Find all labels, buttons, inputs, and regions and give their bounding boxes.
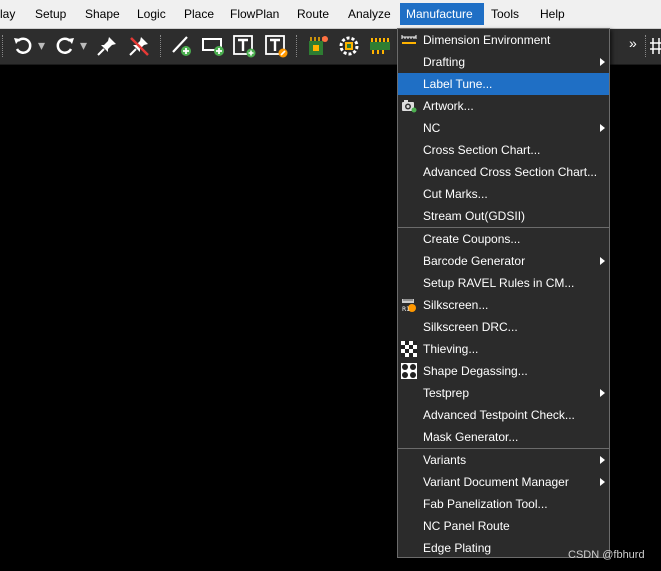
svg-text:R1: R1 — [402, 306, 410, 313]
menu-display[interactable]: lay — [0, 3, 21, 25]
menu-item-label: Fab Panelization Tool... — [423, 497, 548, 511]
menu-item-stream-out[interactable]: Stream Out(GDSII) — [398, 205, 609, 227]
menu-item-label-tune[interactable]: Label Tune... — [398, 73, 609, 95]
submenu-arrow-icon — [600, 58, 605, 66]
menu-item-label: Silkscreen DRC... — [423, 320, 518, 334]
menu-item-label: NC — [423, 121, 441, 135]
menu-item-thieving[interactable]: Thieving... — [398, 338, 609, 360]
menu-item-cut-marks[interactable]: Cut Marks... — [398, 183, 609, 205]
menu-tools[interactable]: Tools — [485, 3, 525, 25]
undo-icon[interactable] — [10, 33, 36, 59]
menu-item-label: Cross Section Chart... — [423, 143, 541, 157]
add-rect-icon[interactable] — [200, 33, 226, 59]
thieving-icon — [401, 341, 417, 357]
menu-route[interactable]: Route — [291, 3, 335, 25]
menu-item-fab-panelization-tool[interactable]: Fab Panelization Tool... — [398, 493, 609, 515]
menu-item-nc-panel-route[interactable]: NC Panel Route — [398, 515, 609, 537]
menu-item-label: Variant Document Manager — [423, 475, 569, 489]
menu-item-variants[interactable]: Variants — [398, 449, 609, 471]
menu-item-mask-generator[interactable]: Mask Generator... — [398, 426, 609, 448]
menu-place[interactable]: Place — [178, 3, 220, 25]
menu-setup[interactable]: Setup — [29, 3, 72, 25]
menu-shape[interactable]: Shape — [79, 3, 126, 25]
menu-item-artwork[interactable]: Artwork... — [398, 95, 609, 117]
menu-item-create-coupons[interactable]: Create Coupons... — [398, 228, 609, 250]
menu-item-label: Barcode Generator — [423, 254, 526, 268]
menu-item-label: Artwork... — [423, 99, 474, 113]
menu-item-label: NC Panel Route — [423, 519, 510, 533]
submenu-arrow-icon — [600, 124, 605, 132]
menu-item-advanced-cross-section-chart[interactable]: Advanced Cross Section Chart... — [398, 161, 609, 183]
menu-item-dimension-environment[interactable]: Dimension Environment — [398, 29, 609, 51]
menu-item-label: Thieving... — [423, 342, 479, 356]
gear-chip-icon[interactable] — [336, 33, 362, 59]
toolbar-separator — [2, 35, 4, 57]
connector-icon[interactable] — [367, 33, 393, 59]
menu-bar: lay Setup Shape Logic Place FlowPlan Rou… — [0, 0, 661, 29]
manufacture-menu: Dimension Environment Drafting Label Tun… — [397, 28, 610, 558]
menu-item-cross-section-chart[interactable]: Cross Section Chart... — [398, 139, 609, 161]
add-text-icon[interactable] — [231, 33, 257, 59]
menu-item-label: Shape Degassing... — [423, 364, 528, 378]
toolbar-separator — [645, 35, 647, 57]
toolbar-overflow-button[interactable]: » — [629, 35, 637, 51]
menu-item-label: Create Coupons... — [423, 232, 521, 246]
menu-item-label: Dimension Environment — [423, 33, 551, 47]
menu-item-label: Advanced Cross Section Chart... — [423, 165, 598, 179]
toolbar-separator — [160, 35, 162, 57]
menu-item-label: Edge Plating — [423, 541, 492, 555]
menu-item-label: Stream Out(GDSII) — [423, 209, 526, 223]
chip-icon[interactable] — [304, 33, 330, 59]
menu-item-label: Drafting — [423, 55, 466, 69]
menu-item-label: Advanced Testpoint Check... — [423, 408, 575, 422]
menu-item-label: Cut Marks... — [423, 187, 488, 201]
redo-dropdown-icon[interactable]: ▾ — [80, 37, 87, 54]
submenu-arrow-icon — [600, 257, 605, 265]
redo-icon[interactable] — [52, 33, 78, 59]
menu-item-testprep[interactable]: Testprep — [398, 382, 609, 404]
menu-item-label: Mask Generator... — [423, 430, 519, 444]
artwork-icon — [402, 100, 417, 113]
add-line-icon[interactable] — [168, 33, 194, 59]
silkscreen-icon: R1 — [402, 299, 416, 313]
submenu-arrow-icon — [600, 478, 605, 486]
menu-manufacture[interactable]: Manufacture — [400, 3, 484, 25]
pin-icon[interactable] — [94, 33, 120, 59]
menu-item-label: Testprep — [423, 386, 470, 400]
menu-logic[interactable]: Logic — [131, 3, 172, 25]
submenu-arrow-icon — [600, 456, 605, 464]
menu-item-label: Variants — [423, 453, 467, 467]
undo-dropdown-icon[interactable]: ▾ — [38, 37, 45, 54]
edit-text-icon[interactable] — [263, 33, 289, 59]
submenu-arrow-icon — [600, 389, 605, 397]
grid-icon[interactable] — [650, 33, 661, 59]
menu-item-silkscreen-drc[interactable]: Silkscreen DRC... — [398, 316, 609, 338]
menu-item-variant-document-manager[interactable]: Variant Document Manager — [398, 471, 609, 493]
menu-item-label: Setup RAVEL Rules in CM... — [423, 276, 575, 290]
menu-item-label: Silkscreen... — [423, 298, 489, 312]
menu-item-drafting[interactable]: Drafting — [398, 51, 609, 73]
unpin-icon[interactable] — [126, 33, 152, 59]
menu-item-setup-ravel-rules[interactable]: Setup RAVEL Rules in CM... — [398, 272, 609, 294]
menu-item-barcode-generator[interactable]: Barcode Generator — [398, 250, 609, 272]
menu-item-nc[interactable]: NC — [398, 117, 609, 139]
menu-analyze[interactable]: Analyze — [342, 3, 397, 25]
menu-item-silkscreen[interactable]: R1 Silkscreen... — [398, 294, 609, 316]
menu-flowplan[interactable]: FlowPlan — [224, 3, 285, 25]
toolbar-separator — [296, 35, 298, 57]
menu-item-label: Label Tune... — [423, 77, 493, 91]
menu-help[interactable]: Help — [534, 3, 571, 25]
menu-item-advanced-testpoint-check[interactable]: Advanced Testpoint Check... — [398, 404, 609, 426]
dimension-icon — [401, 35, 417, 44]
degassing-icon — [401, 363, 417, 379]
watermark: CSDN @fbhurd — [568, 549, 645, 561]
menu-item-shape-degassing[interactable]: Shape Degassing... — [398, 360, 609, 382]
